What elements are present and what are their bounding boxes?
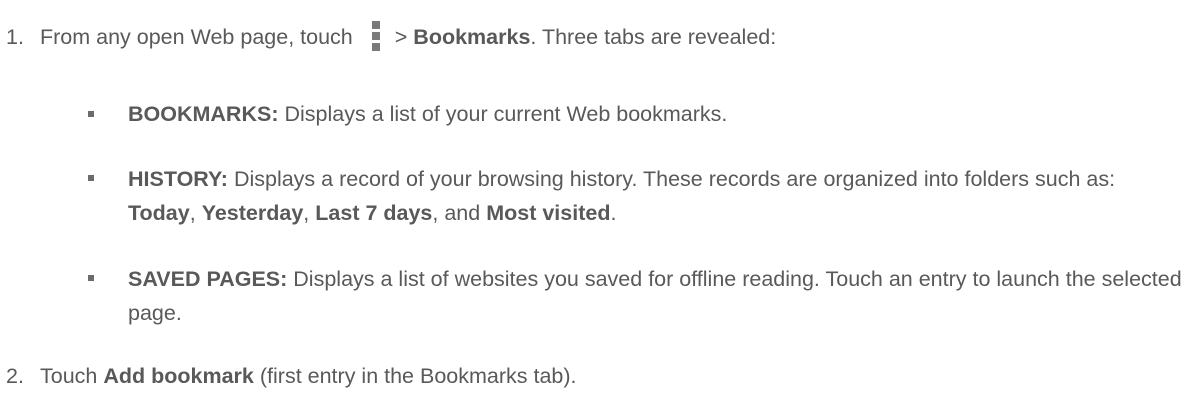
step-text: From any open Web page, touch > Bookmarks… — [40, 21, 776, 53]
separator: , — [303, 201, 310, 225]
step-1-after: . Three tabs are revealed: — [530, 25, 777, 49]
step-number: 2. — [6, 364, 24, 388]
tab-name: SAVED PAGES: — [128, 267, 288, 291]
step-text: Touch Add bookmark (first entry in the B… — [40, 360, 577, 392]
add-bookmark-bold: Add bookmark — [103, 364, 254, 388]
separator: , — [189, 201, 196, 225]
bullet-icon — [88, 111, 94, 117]
bullet-icon — [88, 275, 94, 281]
tab-name: BOOKMARKS: — [128, 102, 279, 126]
bullet-icon — [88, 175, 94, 181]
folder-yesterday: Yesterday — [201, 201, 304, 225]
menu-kebab-icon — [369, 21, 383, 51]
tab-desc: Displays a record of your browsing histo… — [233, 167, 1116, 191]
step-1-gt: > — [394, 25, 408, 49]
separator: , and — [432, 201, 481, 225]
tab-name: HISTORY: — [128, 167, 228, 191]
folder-last-7-days: Last 7 days — [315, 201, 433, 225]
step-2-before: Touch — [40, 364, 98, 388]
folder-today: Today — [128, 201, 190, 225]
step-1-before-icon: From any open Web page, touch — [40, 25, 353, 49]
step-number: 1. — [6, 25, 24, 49]
step-2-after: (first entry in the Bookmarks tab). — [259, 364, 577, 388]
folder-most-visited: Most visited — [486, 201, 611, 225]
step-1-bookmarks-bold: Bookmarks — [413, 25, 531, 49]
period: . — [610, 201, 617, 225]
tab-desc: Displays a list of websites you saved fo… — [128, 267, 1182, 325]
tab-desc: Displays a list of your current Web book… — [284, 102, 728, 126]
